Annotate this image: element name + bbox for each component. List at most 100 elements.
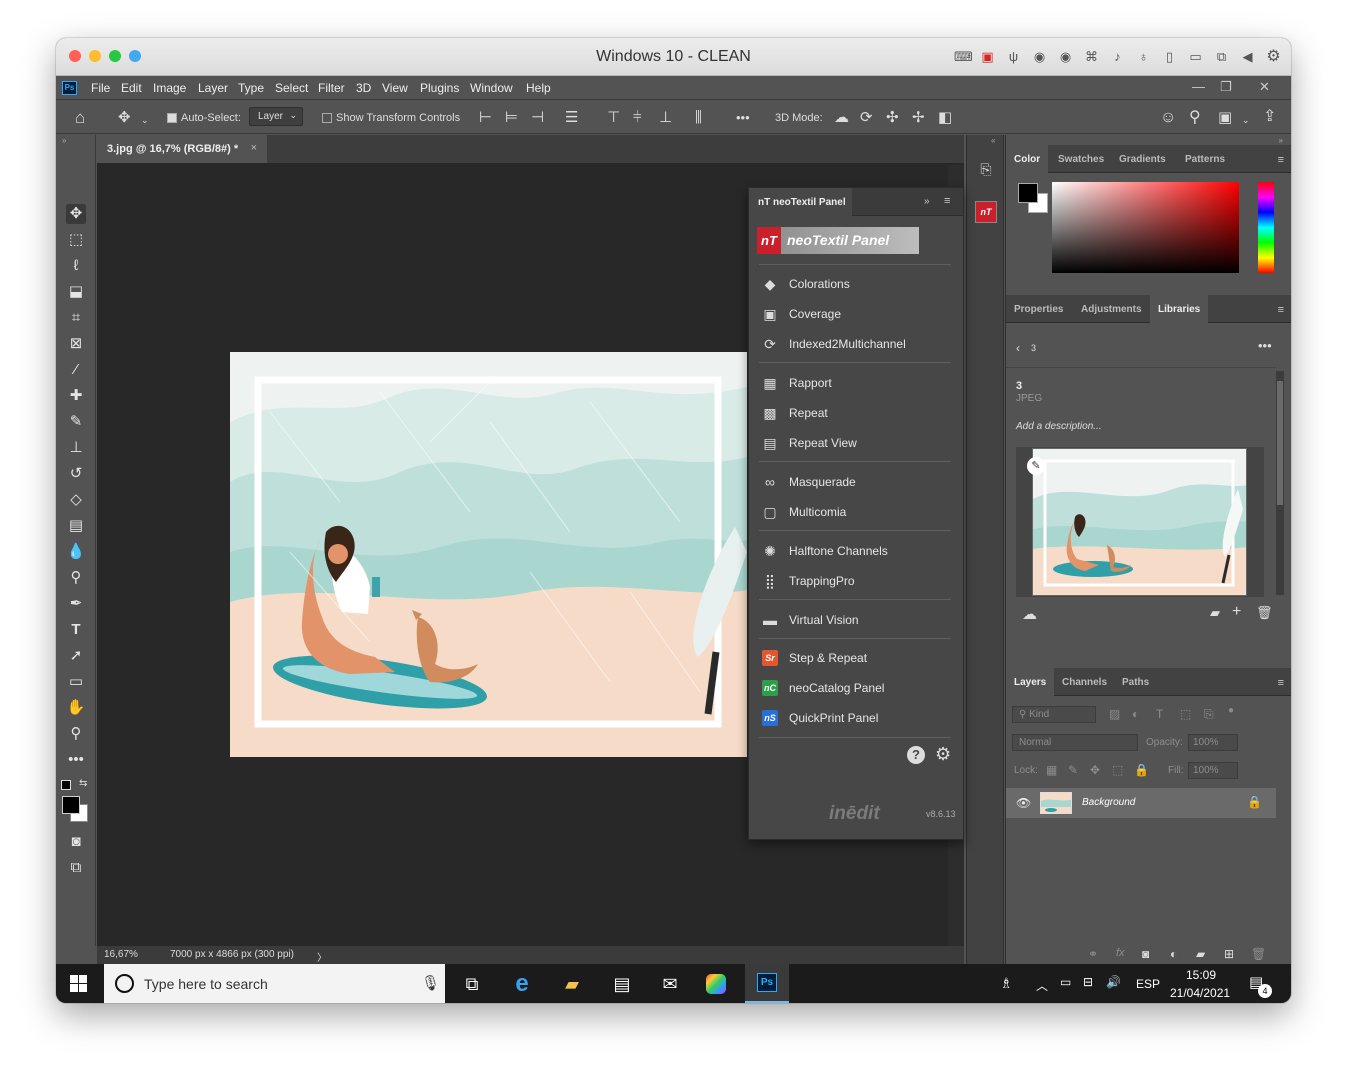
color-field[interactable] xyxy=(1052,182,1239,273)
move-tool-icon[interactable]: ✥ xyxy=(118,110,131,125)
collapse-icon[interactable]: « xyxy=(991,136,995,145)
nt-item-neocatalog-panel[interactable]: nC neoCatalog Panel xyxy=(759,676,954,700)
group-icon[interactable]: ▰ xyxy=(1196,947,1205,961)
nt-item-quickprint-panel[interactable]: nS QuickPrint Panel xyxy=(759,706,954,730)
chevron-down-icon[interactable]: ⌄ xyxy=(141,113,149,128)
back-icon[interactable]: ‹ xyxy=(1016,341,1020,355)
marquee-tool-icon[interactable]: ⬚ xyxy=(66,230,86,250)
roll-icon[interactable]: ⟳ xyxy=(860,110,873,125)
nt-panel-icon[interactable]: nT xyxy=(975,201,997,223)
tab-channels[interactable]: Channels xyxy=(1054,668,1115,696)
folder-icon[interactable]: ▰ xyxy=(1210,605,1220,621)
adjustment-icon[interactable]: ◐ xyxy=(1170,947,1177,961)
foreground-color-swatch[interactable] xyxy=(62,796,80,814)
audio-icon[interactable]: ♪ xyxy=(1110,49,1125,64)
usb-icon[interactable]: ψ xyxy=(1006,49,1021,64)
lock-pixels-icon[interactable]: ▦ xyxy=(1046,763,1057,777)
tab-patterns[interactable]: Patterns xyxy=(1177,145,1233,173)
panel-menu-icon[interactable]: ≡ xyxy=(944,195,950,207)
history-brush-tool-icon[interactable]: ↺ xyxy=(66,464,86,484)
tab-paths[interactable]: Paths xyxy=(1114,668,1157,696)
align-bottom-icon[interactable]: ⊥ xyxy=(659,110,672,125)
eraser-tool-icon[interactable]: ◇ xyxy=(66,490,86,510)
nt-item-trappingpro[interactable]: ⣿ TrappingPro xyxy=(759,569,954,593)
distribute-icon[interactable]: ☰ xyxy=(565,110,578,125)
display-icon[interactable]: ▭ xyxy=(1188,49,1203,64)
edge-icon[interactable]: e xyxy=(509,971,535,997)
restore-icon[interactable]: ❐ xyxy=(1220,79,1232,95)
keyboard-icon[interactable]: ⌨ xyxy=(954,49,973,64)
nt-item-rapport[interactable]: ▦ Rapport xyxy=(759,371,954,395)
menu-plugins[interactable]: Plugins xyxy=(420,81,459,95)
filter-smart-icon[interactable]: ⎘ xyxy=(1204,707,1214,722)
type-tool-icon[interactable]: T xyxy=(66,620,86,640)
nt-item-indexed2multichannel[interactable]: ⟳ Indexed2Multichannel xyxy=(759,332,954,356)
network-icon[interactable]: ⊟ xyxy=(1083,975,1093,989)
gradient-tool-icon[interactable]: ▤ xyxy=(66,516,86,536)
nt-item-colorations[interactable]: ◆ Colorations xyxy=(759,272,954,296)
new-layer-icon[interactable]: ⊞ xyxy=(1224,947,1234,961)
task-view-icon[interactable]: ⧉ xyxy=(459,971,485,997)
workspace-icon[interactable]: ▣ xyxy=(1218,110,1232,125)
people-icon[interactable]: ♗ xyxy=(1000,975,1013,992)
nt-item-repeat-view[interactable]: ▤ Repeat View xyxy=(759,431,954,455)
mic-icon[interactable]: ♁ xyxy=(1136,49,1151,64)
healing-tool-icon[interactable]: ✚ xyxy=(66,386,86,406)
slide-icon[interactable]: ✢ xyxy=(912,110,925,125)
foreground-color-swatch[interactable] xyxy=(1018,183,1038,203)
fill-field[interactable]: 100% xyxy=(1188,762,1238,779)
eyedropper-tool-icon[interactable]: ⁄ xyxy=(66,360,86,380)
align-top-icon[interactable]: ⊤ xyxy=(607,110,620,125)
expand-icon[interactable]: » xyxy=(924,196,930,207)
layer-name[interactable]: Background xyxy=(1082,797,1135,808)
shared-folder-icon[interactable]: ⧉ xyxy=(1214,49,1229,64)
nt-item-halftone-channels[interactable]: ✺ Halftone Channels xyxy=(759,539,954,563)
move-tool-icon[interactable]: ✥ xyxy=(66,204,86,224)
brush-tool-icon[interactable]: ✎ xyxy=(66,412,86,432)
file-explorer-icon[interactable]: ▰ xyxy=(559,971,585,997)
orbit-icon[interactable]: ☁ xyxy=(834,110,849,125)
show-transform-checkbox[interactable] xyxy=(322,113,332,123)
description-field[interactable]: Add a description... xyxy=(1016,421,1102,432)
align-center-icon[interactable]: ⊨ xyxy=(505,110,518,125)
cloud-icon[interactable]: ☁ xyxy=(1022,605,1037,623)
auto-select-checkbox[interactable] xyxy=(167,113,177,123)
windows-start-icon[interactable] xyxy=(70,975,87,992)
nt-item-virtual-vision[interactable]: ▬ Virtual Vision xyxy=(759,608,954,632)
menu-image[interactable]: Image xyxy=(153,81,186,95)
mail-icon[interactable]: ✉ xyxy=(657,971,683,997)
auto-select-dropdown[interactable]: Layer ⌄ xyxy=(249,107,303,126)
settings-icon[interactable]: ⚙ xyxy=(1266,49,1281,65)
nt-item-multicomia[interactable]: ▢ Multicomia xyxy=(759,500,954,524)
lock-position-icon[interactable]: ✥ xyxy=(1090,763,1100,777)
more-icon[interactable]: ••• xyxy=(1258,338,1272,353)
nt-panel-tab[interactable]: nT neoTextil Panel xyxy=(749,188,852,216)
tab-color[interactable]: Color xyxy=(1006,145,1049,173)
lock-artboard-icon[interactable]: ⬚ xyxy=(1112,763,1123,777)
trash-icon[interactable]: 🗑 xyxy=(1251,947,1266,961)
menu-type[interactable]: Type xyxy=(238,81,264,95)
hue-slider[interactable] xyxy=(1258,182,1274,273)
distribute-vertical-icon[interactable]: ⫼ xyxy=(695,110,702,125)
tab-gradients[interactable]: Gradients xyxy=(1111,145,1174,173)
lock-all-icon[interactable]: 🔒 xyxy=(1134,763,1149,777)
nt-item-coverage[interactable]: ▣ Coverage xyxy=(759,302,954,326)
more-options-icon[interactable]: ••• xyxy=(736,110,750,125)
search-icon[interactable]: ⚲ xyxy=(1189,110,1201,126)
align-middle-icon[interactable]: ⫩ xyxy=(633,110,642,125)
collapse-icon[interactable]: » xyxy=(62,136,66,145)
tab-adjustments[interactable]: Adjustments xyxy=(1073,295,1150,323)
collapse-icon[interactable]: » xyxy=(1279,136,1283,145)
stamp-tool-icon[interactable]: ⊥ xyxy=(66,438,86,458)
close-tab-icon[interactable]: × xyxy=(251,142,257,154)
filter-shape-icon[interactable]: ⬚ xyxy=(1180,707,1191,721)
kind-filter-dropdown[interactable]: ⚲ Kind xyxy=(1012,706,1096,723)
mask-icon[interactable]: ◙ xyxy=(1142,947,1149,961)
rectangle-tool-icon[interactable]: ▭ xyxy=(66,672,86,692)
lock-paint-icon[interactable]: ✎ xyxy=(1068,763,1078,777)
frame-tool-icon[interactable]: ⊠ xyxy=(66,334,86,354)
creative-cloud-icon[interactable] xyxy=(706,974,726,994)
more-tools-icon[interactable]: ••• xyxy=(66,750,86,770)
tab-libraries[interactable]: Libraries xyxy=(1150,295,1209,323)
zoom-tool-icon[interactable]: ⚲ xyxy=(66,724,86,744)
